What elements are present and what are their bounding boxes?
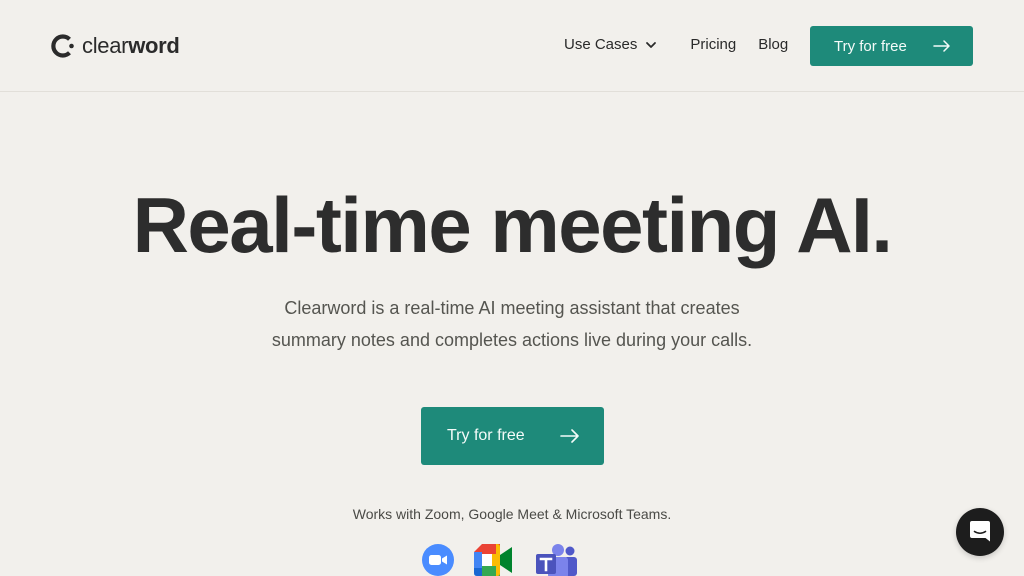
chat-icon <box>970 521 990 542</box>
landing-page: clearword Use Cases Pricing Blog Try for… <box>0 0 1024 576</box>
main-nav: Use Cases Pricing Blog <box>564 34 788 56</box>
arrow-right-icon <box>560 429 579 443</box>
google-meet-icon <box>474 544 512 576</box>
works-with-text: Works with Zoom, Google Meet & Microsoft… <box>352 506 672 522</box>
site-header: clearword Use Cases Pricing Blog Try for… <box>0 0 1024 92</box>
nav-use-cases-label: Use Cases <box>564 36 638 53</box>
platform-logos <box>0 544 1024 576</box>
brand-name-light: clear <box>82 33 129 58</box>
clearword-logo-icon <box>51 34 74 58</box>
arrow-right-icon <box>933 40 950 52</box>
brand-name-bold: word <box>128 33 180 58</box>
chat-launcher-button[interactable] <box>956 508 1004 556</box>
nav-pricing-link[interactable]: Pricing <box>690 34 736 56</box>
nav-use-cases-dropdown[interactable]: Use Cases <box>564 34 657 56</box>
brand-name: clearword <box>82 35 180 57</box>
hero-try-free-label: Try for free <box>447 427 525 444</box>
header-try-free-button[interactable]: Try for free <box>810 26 973 66</box>
hero-subtitle: Clearword is a real-time AI meeting assi… <box>271 298 753 350</box>
zoom-icon <box>422 544 454 576</box>
chevron-down-icon <box>646 42 657 48</box>
header-try-free-label: Try for free <box>834 37 907 55</box>
nav-blog-link[interactable]: Blog <box>758 34 788 56</box>
brand-logo[interactable]: clearword <box>50 32 180 60</box>
hero-title: Real-time meeting AI. <box>132 181 893 269</box>
hero-try-free-button[interactable]: Try for free <box>421 407 604 465</box>
microsoft-teams-icon <box>536 544 577 576</box>
